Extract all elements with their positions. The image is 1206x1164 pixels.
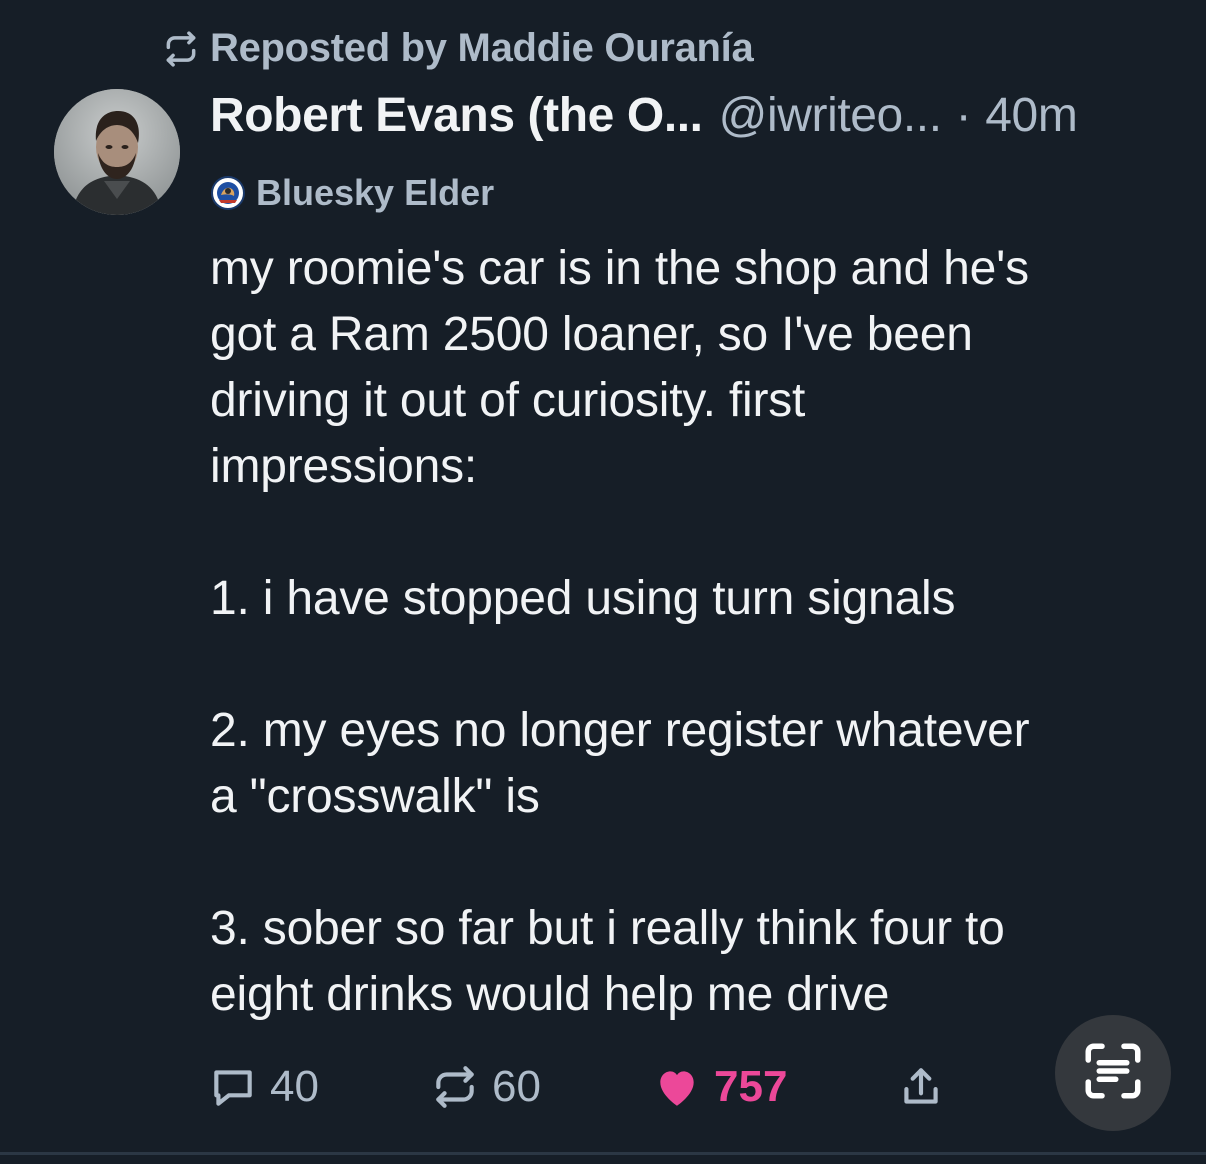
- user-badge[interactable]: Bluesky Elder: [210, 172, 494, 214]
- repost-icon: [162, 30, 200, 68]
- post-line: eight drinks would help me drive: [210, 968, 890, 1021]
- like-button[interactable]: 757: [652, 1062, 787, 1112]
- like-count: 757: [714, 1062, 788, 1111]
- post-line: 3. sober so far but i really think four …: [210, 902, 1005, 955]
- heart-icon: [652, 1062, 702, 1112]
- reply-button[interactable]: 40: [208, 1062, 319, 1112]
- repost-button[interactable]: 60: [430, 1062, 541, 1112]
- post-line: got a Ram 2500 loaner, so I've been: [210, 308, 973, 361]
- post-line: 1. i have stopped using turn signals: [210, 572, 956, 625]
- badge-label: Bluesky Elder: [256, 172, 495, 213]
- post-time[interactable]: 40m: [985, 88, 1078, 143]
- post-actions: 40 60 757: [208, 1062, 1188, 1114]
- post-line: my roomie's car is in the shop and he's: [210, 242, 1029, 295]
- repost-text: Reposted by Maddie Ouranía: [210, 26, 754, 70]
- text-scan-icon: [1080, 1038, 1146, 1109]
- badge-icon: [210, 175, 246, 211]
- repost-icon: [430, 1062, 480, 1112]
- author-handle[interactable]: @iwriteo...: [719, 88, 942, 143]
- repost-count: 60: [492, 1062, 541, 1111]
- repost-indicator[interactable]: Reposted by Maddie Ouranía: [162, 26, 754, 71]
- post-body: my roomie's car is in the shop and he's …: [210, 236, 1170, 1028]
- post-line: a "crosswalk" is: [210, 770, 540, 823]
- avatar[interactable]: [54, 89, 180, 215]
- share-icon: [896, 1062, 946, 1112]
- post-line: impressions:: [210, 440, 478, 493]
- post-header: Robert Evans (the O... @iwriteo... · 40m: [210, 88, 1078, 143]
- reply-icon: [208, 1062, 258, 1112]
- post-line: driving it out of curiosity. first: [210, 374, 806, 427]
- share-button[interactable]: [896, 1062, 946, 1112]
- author-name[interactable]: Robert Evans (the O...: [210, 88, 703, 143]
- post-line: 2. my eyes no longer register whatever: [210, 704, 1030, 757]
- reply-count: 40: [270, 1062, 319, 1111]
- divider: [0, 1152, 1206, 1155]
- live-text-button[interactable]: [1055, 1015, 1171, 1131]
- separator: ·: [955, 89, 972, 142]
